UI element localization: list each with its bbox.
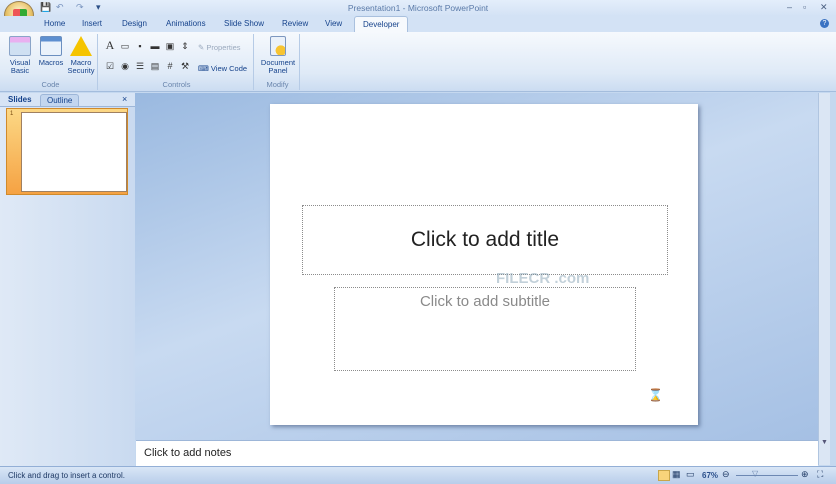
tab-review[interactable]: Review — [282, 19, 308, 28]
save-icon[interactable]: 💾 — [40, 2, 51, 13]
slide-canvas[interactable]: Click to add title Click to add subtitle… — [270, 104, 698, 425]
customize-qat-button[interactable]: ▾ — [96, 2, 101, 13]
tab-developer[interactable]: Developer — [354, 16, 409, 33]
tab-insert[interactable]: Insert — [82, 19, 102, 28]
combobox-control-icon[interactable]: ▤ — [150, 61, 160, 71]
more-controls-icon[interactable]: ⚒ — [180, 61, 190, 71]
group-label-controls: Controls — [162, 80, 191, 89]
group-modify: Document Panel Modify — [256, 34, 300, 90]
visual-basic-icon — [9, 36, 31, 56]
document-panel-icon — [270, 36, 286, 56]
group-label-modify: Modify — [266, 80, 289, 89]
help-icon[interactable]: ? — [820, 19, 829, 28]
macro-security-button[interactable]: Macro Security — [66, 36, 96, 75]
slide-number: 1 — [10, 111, 14, 117]
label-control-icon[interactable]: A — [105, 39, 115, 51]
visual-basic-button[interactable]: Visual Basic — [6, 36, 34, 75]
view-code-icon: ⌨ — [198, 64, 211, 73]
normal-view-icon[interactable] — [658, 470, 670, 481]
slide-thumbnail-1[interactable]: 1 — [6, 108, 128, 195]
title-bar: Presentation1 - Microsoft PowerPoint 💾 ↶… — [0, 0, 836, 16]
slide-editing-area: Click to add title Click to add subtitle… — [135, 93, 818, 440]
option-button-icon[interactable]: ◉ — [120, 61, 130, 71]
properties-button[interactable]: ✎ Properties — [198, 43, 241, 52]
command-button-icon[interactable]: ▪ — [135, 41, 145, 51]
scroll-down-icon[interactable]: ▼ — [821, 439, 828, 446]
slides-pane: Slides Outline × 1 — [0, 93, 135, 466]
spin-button-icon[interactable]: ⇕ — [180, 41, 190, 51]
zoom-slider-thumb[interactable]: ▽ — [752, 469, 758, 478]
tab-design[interactable]: Design — [122, 19, 147, 28]
group-controls: A ▭ ▪ ▬ ▣ ⇕ ☑ ◉ ☰ ▤ # ⚒ ✎ Properties ⌨ V… — [100, 34, 254, 90]
ribbon-tabs: Home Insert Design Animations Slide Show… — [0, 16, 836, 33]
image-control-icon[interactable]: ▭ — [120, 41, 130, 51]
vertical-scrollbar[interactable]: ▼ — [818, 93, 830, 465]
ribbon: Visual Basic Macros Macro Security Code … — [0, 32, 836, 92]
group-code: Visual Basic Macros Macro Security Code — [4, 34, 98, 90]
restore-icon[interactable]: ▫ — [803, 2, 806, 12]
zoom-out-icon[interactable]: ⊖ — [722, 469, 730, 480]
title-placeholder[interactable]: Click to add title — [302, 205, 668, 275]
document-panel-button[interactable]: Document Panel — [258, 36, 298, 75]
macros-icon — [40, 36, 62, 56]
group-label-code: Code — [41, 80, 60, 89]
zoom-level[interactable]: 67% — [702, 471, 718, 480]
warning-icon — [70, 36, 92, 56]
tab-slide-show[interactable]: Slide Show — [224, 19, 264, 28]
view-code-button[interactable]: ⌨ View Code — [198, 64, 247, 73]
tab-home[interactable]: Home — [44, 19, 65, 28]
toggle-button-icon[interactable]: # — [165, 61, 175, 71]
zoom-slider[interactable] — [736, 475, 798, 476]
minimize-icon[interactable]: – — [787, 2, 792, 12]
watermark: FILECR .com — [496, 270, 590, 287]
tab-view[interactable]: View — [325, 19, 342, 28]
textbox-control-icon[interactable]: ▣ — [165, 41, 175, 51]
macros-button[interactable]: Macros — [36, 36, 66, 67]
close-pane-icon[interactable]: × — [122, 94, 127, 104]
redo-icon[interactable]: ↷ — [76, 2, 84, 13]
slide-thumbnail-image — [21, 112, 127, 192]
undo-icon[interactable]: ↶ — [56, 2, 64, 13]
status-bar: Click and drag to insert a control. ▦ ▭ … — [0, 466, 836, 484]
notes-pane[interactable]: Click to add notes — [136, 440, 818, 466]
subtitle-placeholder[interactable]: Click to add subtitle — [334, 287, 636, 371]
fit-to-window-icon[interactable]: ⛶ — [817, 469, 823, 480]
status-message: Click and drag to insert a control. — [8, 471, 125, 480]
tab-animations[interactable]: Animations — [166, 19, 206, 28]
close-icon[interactable]: ✕ — [820, 2, 828, 13]
listbox-control-icon[interactable]: ☰ — [135, 61, 145, 71]
window-title: Presentation1 - Microsoft PowerPoint — [347, 3, 489, 13]
tab-slides[interactable]: Slides — [8, 95, 32, 104]
scrollbar-control-icon[interactable]: ▬ — [150, 41, 160, 51]
slide-show-icon[interactable]: ▭ — [686, 469, 695, 480]
slide-sorter-icon[interactable]: ▦ — [672, 469, 681, 480]
zoom-in-icon[interactable]: ⊕ — [801, 469, 809, 480]
tab-outline[interactable]: Outline — [40, 94, 80, 106]
hourglass-cursor-icon: ⌛ — [648, 388, 663, 402]
pane-tabs: Slides Outline × — [0, 93, 135, 107]
checkbox-control-icon[interactable]: ☑ — [105, 61, 115, 71]
